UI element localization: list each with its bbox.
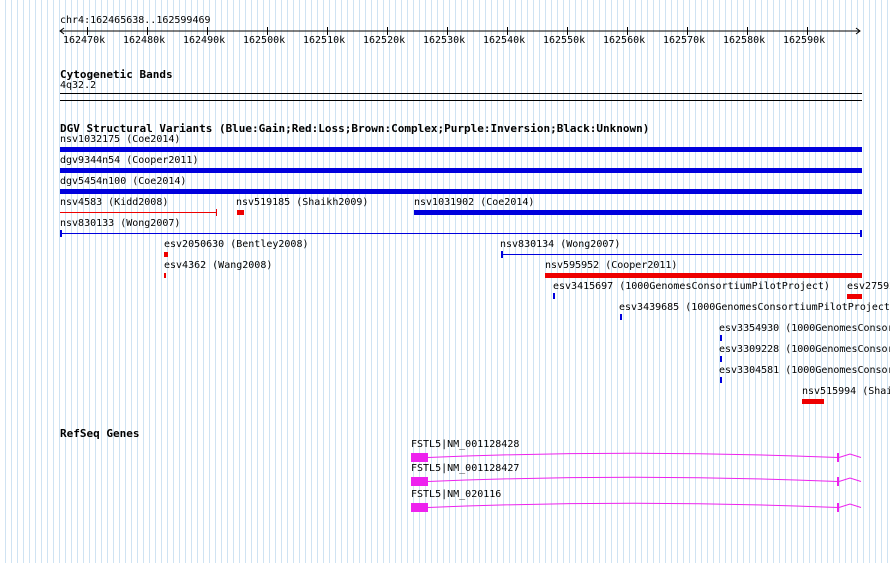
refseq-track-title[interactable]: RefSeq Genes [60,427,139,440]
ruler-tick-label: 162480k [123,35,166,46]
variant-bar-gain[interactable] [553,293,555,299]
gene-intron [427,476,839,482]
gene-exon [411,453,428,462]
ruler-tick-label: 162470k [63,35,106,46]
variant-bar-loss[interactable] [847,294,862,299]
gene-exon [411,477,428,486]
variant-bar-gain[interactable] [60,168,862,173]
variant-label[interactable]: nsv1031902 (Coe2014) [414,197,534,209]
variant-end-tick [860,230,862,237]
variant-line-loss[interactable] [60,212,217,213]
variant-line-gain[interactable] [60,233,862,234]
variant-label[interactable]: nsv515994 (Shai [802,386,890,398]
gene-intron [427,452,839,458]
variant-bar-gain[interactable] [720,335,722,341]
variant-label[interactable]: esv4362 (Wang2008) [164,260,272,272]
variant-bar-gain[interactable] [60,147,862,152]
variant-label[interactable]: esv3439685 (1000GenomesConsortiumPilotPr… [619,302,890,314]
variant-end-tick [216,209,217,216]
ruler-tick-label: 162530k [423,35,466,46]
variant-label[interactable]: esv3415697 (1000GenomesConsortiumPilotPr… [553,281,830,293]
variant-end-tick [60,230,62,237]
ruler-tick-label: 162540k [483,35,526,46]
gene-model[interactable] [0,500,890,516]
variant-label[interactable]: esv3354930 (1000GenomesConsor [719,323,890,335]
gene-exon [411,503,428,512]
genome-browser-view: chr4:162465638..162599469 162470k 162480k… [0,0,890,563]
variant-label[interactable]: dgv5454n100 (Coe2014) [60,176,186,188]
variant-end-tick [501,251,503,258]
variant-label[interactable]: nsv1032175 (Coe2014) [60,134,180,146]
variant-label[interactable]: nsv4583 (Kidd2008) [60,197,168,209]
ruler-tick-label: 162490k [183,35,226,46]
cytoband-label: 4q32.2 [60,80,97,91]
ruler-tick-label: 162570k [663,35,706,46]
variant-label[interactable]: nsv830133 (Wong2007) [60,218,180,230]
gene-exon [837,453,839,462]
variant-bar-loss[interactable] [164,252,168,257]
variant-label[interactable]: nsv595952 (Cooper2011) [545,260,677,272]
gene-intron [427,502,839,508]
cytoband-top-rule [60,93,862,94]
variant-label[interactable]: esv27592 [847,281,890,293]
gene-exon [837,503,839,512]
variant-label[interactable]: esv2050630 (Bentley2008) [164,239,309,251]
variant-label[interactable]: esv3304581 (1000GenomesConsor [719,365,890,377]
ruler-tick-label: 162520k [363,35,406,46]
variant-label[interactable]: nsv830134 (Wong2007) [500,239,620,251]
variant-bar-loss[interactable] [545,273,862,278]
variant-bar-gain[interactable] [60,189,862,194]
ruler-tick-label: 162550k [543,35,586,46]
variant-bar-loss[interactable] [164,273,166,278]
variant-label[interactable]: esv3309228 (1000GenomesConsor [719,344,890,356]
ruler-tick-label: 162580k [723,35,766,46]
gene-intron [838,453,862,458]
variant-label[interactable]: dgv9344n54 (Cooper2011) [60,155,198,167]
variant-bar-gain[interactable] [720,377,722,383]
variant-label[interactable]: nsv519185 (Shaikh2009) [236,197,368,209]
gene-intron [838,477,862,482]
ruler-tick-label: 162590k [783,35,826,46]
variant-bar-gain[interactable] [720,356,722,362]
gene-intron [838,503,862,508]
ruler-tick-label: 162500k [243,35,286,46]
gene-exon [837,477,839,486]
cytoband-bottom-rule [60,100,862,101]
variant-bar-loss[interactable] [237,210,244,215]
variant-bar-gain[interactable] [414,210,862,215]
ruler-tick-label: 162510k [303,35,346,46]
gene-model[interactable] [0,474,890,490]
variant-line-gain[interactable] [501,254,862,255]
variant-bar-gain[interactable] [620,314,622,320]
ruler-tick-label: 162560k [603,35,646,46]
variant-bar-loss[interactable] [802,399,824,404]
